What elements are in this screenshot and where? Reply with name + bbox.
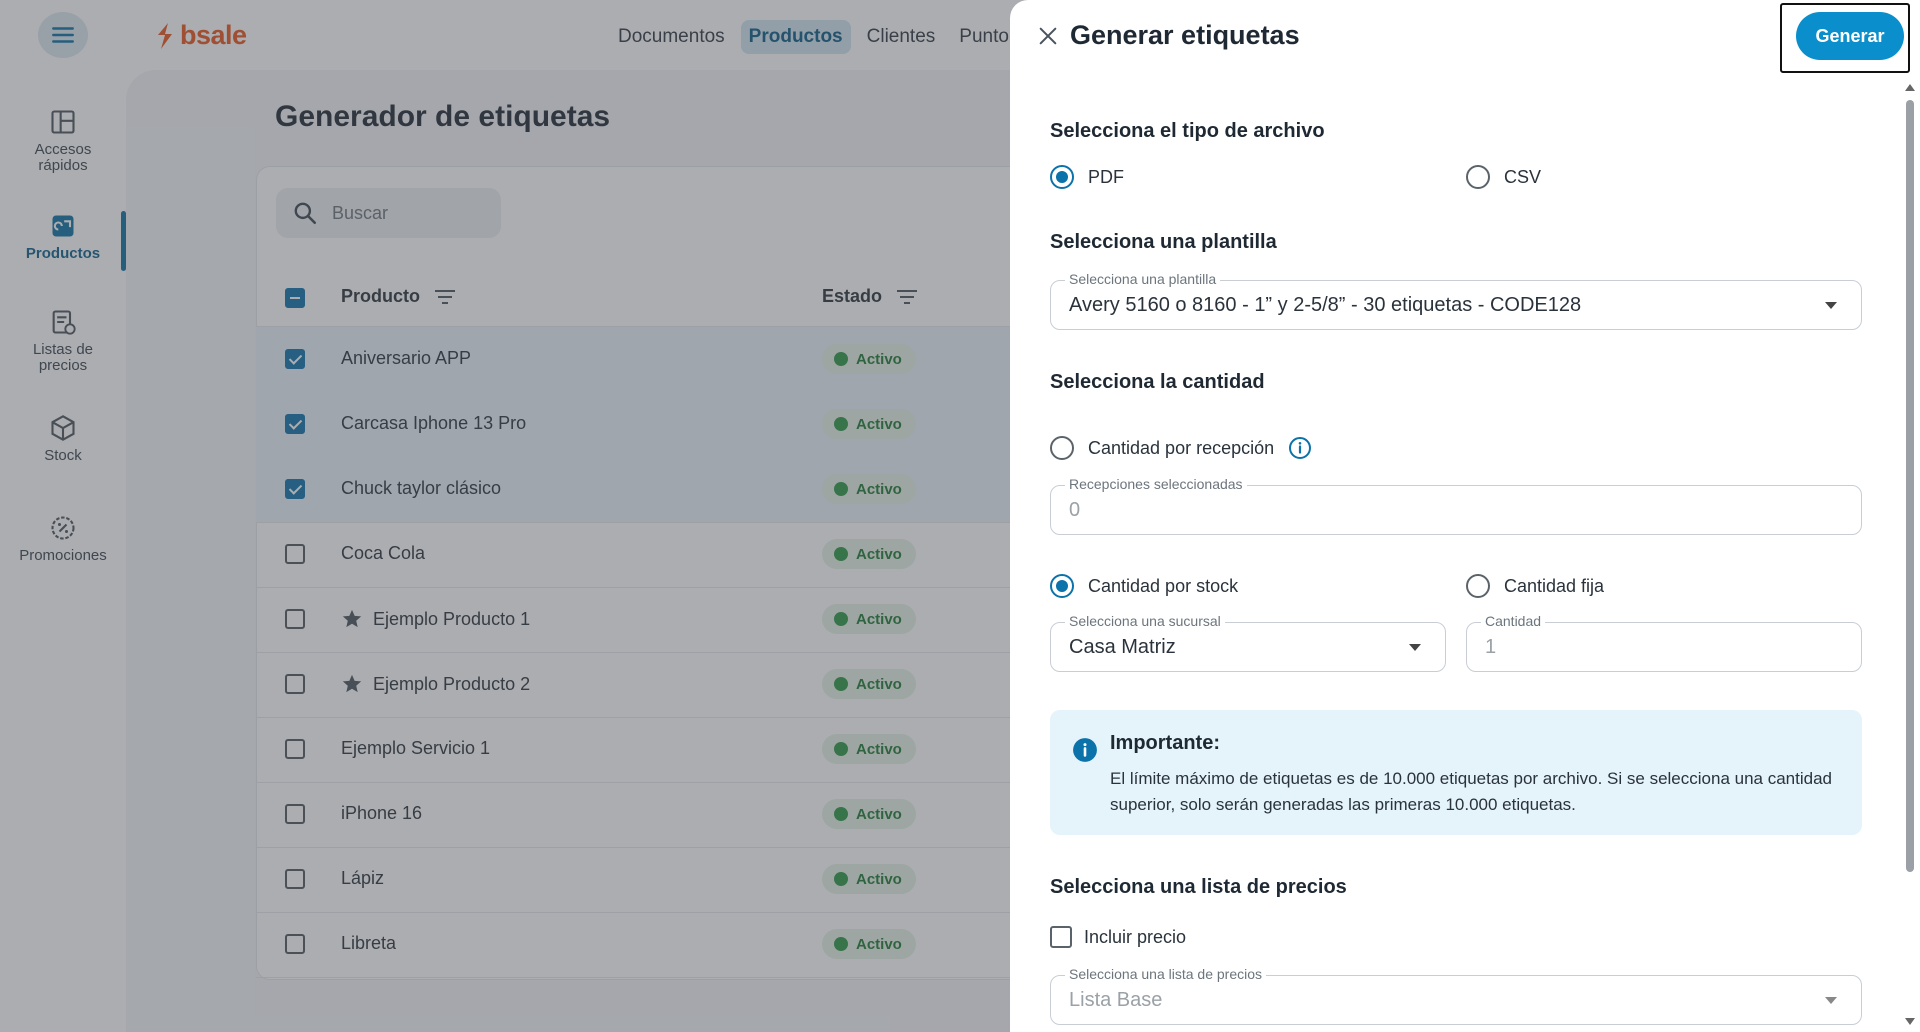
radio-fixed[interactable]: Cantidad fija (1466, 574, 1604, 598)
radio-csv[interactable]: CSV (1466, 165, 1541, 189)
chevron-down-icon (1825, 997, 1837, 1004)
branch-select[interactable]: Selecciona una sucursal Casa Matriz (1050, 613, 1446, 672)
include-price-checkbox[interactable]: Incluir precio (1050, 926, 1186, 948)
important-notice: Importante: El límite máximo de etiqueta… (1050, 710, 1862, 835)
quantity-heading: Selecciona la cantidad (1050, 371, 1265, 393)
radio-indicator (1050, 574, 1074, 598)
radio-label: PDF (1088, 166, 1124, 187)
close-button[interactable] (1030, 18, 1066, 54)
radio-indicator (1050, 436, 1074, 460)
radio-indicator (1466, 574, 1490, 598)
checkbox-box (1050, 926, 1072, 948)
field-label: Selecciona una sucursal (1065, 613, 1225, 629)
chevron-down-icon (1825, 302, 1837, 309)
field-label: Selecciona una plantilla (1065, 271, 1221, 287)
receptions-field[interactable]: Recepciones seleccionadas 0 (1050, 476, 1862, 535)
close-icon (1039, 27, 1057, 45)
radio-label: Cantidad por recepción (1088, 437, 1275, 458)
checkbox-label: Incluir precio (1084, 926, 1187, 947)
scrollbar-thumb[interactable] (1906, 100, 1914, 872)
info-filled-icon (1073, 738, 1097, 762)
radio-indicator (1466, 165, 1490, 189)
radio-label: CSV (1504, 166, 1542, 187)
drawer-title: Generar etiquetas (1070, 20, 1300, 50)
amount-field[interactable]: Cantidad 1 (1466, 613, 1862, 672)
price-list-heading: Selecciona una lista de precios (1050, 876, 1347, 898)
template-select[interactable]: Selecciona una plantilla Avery 5160 o 81… (1050, 271, 1862, 330)
field-label: Selecciona una lista de precios (1065, 966, 1267, 982)
radio-label: Cantidad fija (1504, 575, 1605, 596)
radio-by-reception[interactable]: Cantidad por recepción (1050, 436, 1312, 460)
radio-label: Cantidad por stock (1088, 575, 1239, 596)
template-heading: Selecciona una plantilla (1050, 231, 1277, 253)
price-list-select[interactable]: Selecciona una lista de precios Lista Ba… (1050, 966, 1862, 1025)
generate-button[interactable]: Generar (1796, 12, 1904, 60)
file-type-heading: Selecciona el tipo de archivo (1050, 120, 1325, 142)
scroll-up-arrow[interactable] (1905, 84, 1915, 91)
field-value: Casa Matriz (1069, 636, 1176, 658)
field-value: Avery 5160 o 8160 - 1” y 2-5/8” - 30 eti… (1069, 294, 1582, 316)
field-label: Cantidad (1481, 613, 1546, 629)
field-value: 1 (1485, 636, 1497, 658)
chevron-down-icon (1409, 644, 1421, 651)
radio-pdf[interactable]: PDF (1050, 165, 1124, 189)
radio-indicator (1050, 165, 1074, 189)
info-icon[interactable] (1288, 436, 1312, 460)
notice-title: Importante: (1110, 732, 1220, 754)
radio-by-stock[interactable]: Cantidad por stock (1050, 574, 1238, 598)
scroll-down-arrow[interactable] (1905, 1018, 1915, 1025)
field-value: Lista Base (1069, 989, 1163, 1011)
drawer-header: Generar etiquetas Generar (1010, 0, 1920, 74)
notice-body: El límite máximo de etiquetas es de 10.0… (1110, 769, 1832, 814)
generate-labels-drawer: Generar etiquetas Generar Selecciona el … (1010, 0, 1920, 1032)
field-value: 0 (1069, 499, 1081, 521)
field-label: Recepciones seleccionadas (1065, 476, 1247, 492)
